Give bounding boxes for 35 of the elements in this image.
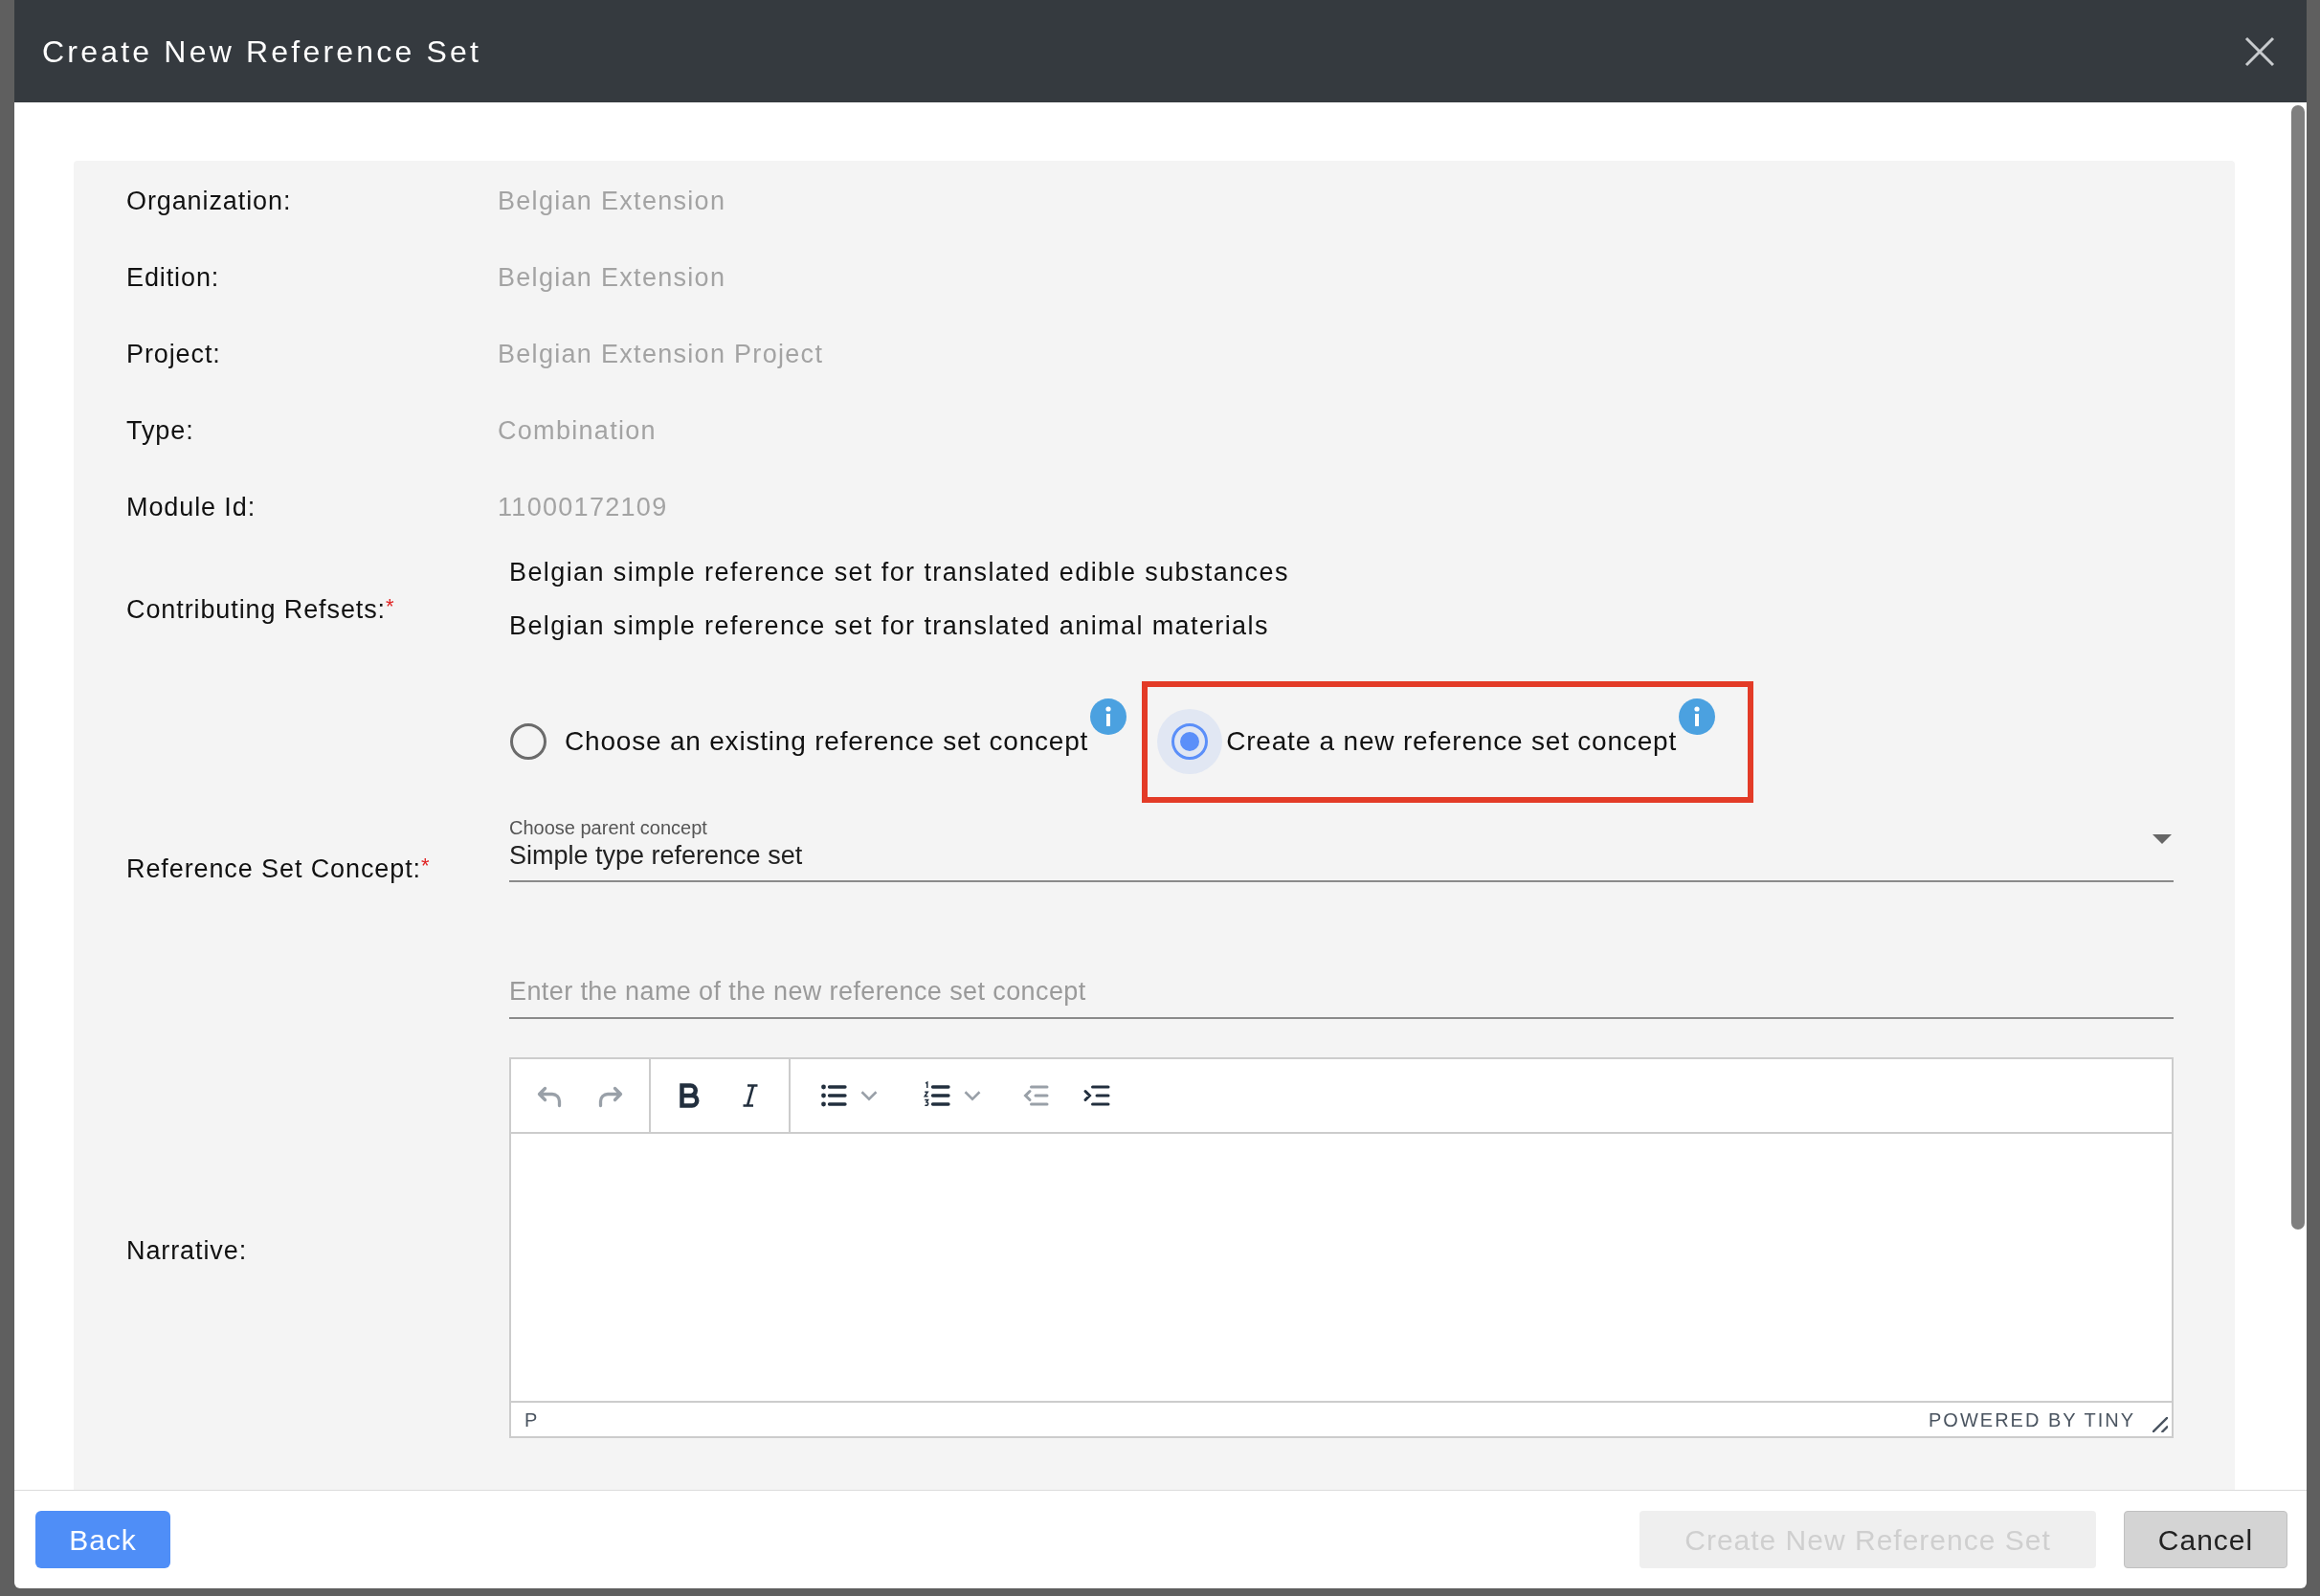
scrollbar[interactable]: [2291, 105, 2305, 1230]
caret-icon: [2153, 834, 2172, 844]
info-icon[interactable]: [1090, 698, 1127, 735]
required-mark: *: [420, 853, 430, 879]
radio-label[interactable]: Create a new reference set concept: [1226, 721, 1677, 762]
radio-option[interactable]: Choose an existing reference set concept: [496, 709, 1089, 774]
field-label: Type:: [126, 415, 194, 447]
field-value: 11000172109: [498, 491, 668, 523]
info-icon[interactable]: [1679, 698, 1715, 735]
cancel-button[interactable]: Cancel: [2124, 1511, 2287, 1568]
field-label: Narrative:: [126, 1235, 248, 1267]
field-value: Belgian Extension: [498, 185, 726, 217]
branding-link[interactable]: POWERED BY TINY: [1929, 1405, 2135, 1434]
resize-handle-icon: [2153, 1416, 2168, 1432]
field-label: Edition:: [126, 262, 220, 294]
required-mark: *: [386, 593, 394, 620]
parent-concept-dropdown[interactable]: Choose parent concept Simple type reference set: [509, 813, 2174, 882]
field-value: Belgian Extension: [498, 261, 726, 294]
refset-item: Belgian simple reference set for translated animal materials: [509, 610, 1269, 642]
field-label: Contributing Refsets:: [126, 594, 387, 626]
field-label: Organization:: [126, 186, 292, 217]
field-label: Reference Set Concept:: [126, 853, 421, 885]
field-value: Belgian Extension Project: [498, 338, 824, 370]
field-label: Module Id:: [126, 492, 257, 523]
radio-label[interactable]: Choose an existing reference set concept: [565, 721, 1089, 762]
close-icon[interactable]: [2243, 34, 2276, 68]
dialog-title: Create New Reference Set: [42, 33, 482, 71]
field-label: Project:: [126, 339, 221, 370]
field-value: Combination: [498, 414, 657, 447]
radio-option[interactable]: Create a new reference set concept: [1157, 709, 1677, 774]
refset-item: Belgian simple reference set for translated edible substances: [509, 556, 1289, 588]
concept-name-input[interactable]: Enter the name of the new reference set concept: [509, 965, 2174, 1019]
radio-button[interactable]: [510, 723, 547, 760]
element-path[interactable]: P: [524, 1405, 538, 1434]
radio-button[interactable]: [1171, 723, 1209, 760]
